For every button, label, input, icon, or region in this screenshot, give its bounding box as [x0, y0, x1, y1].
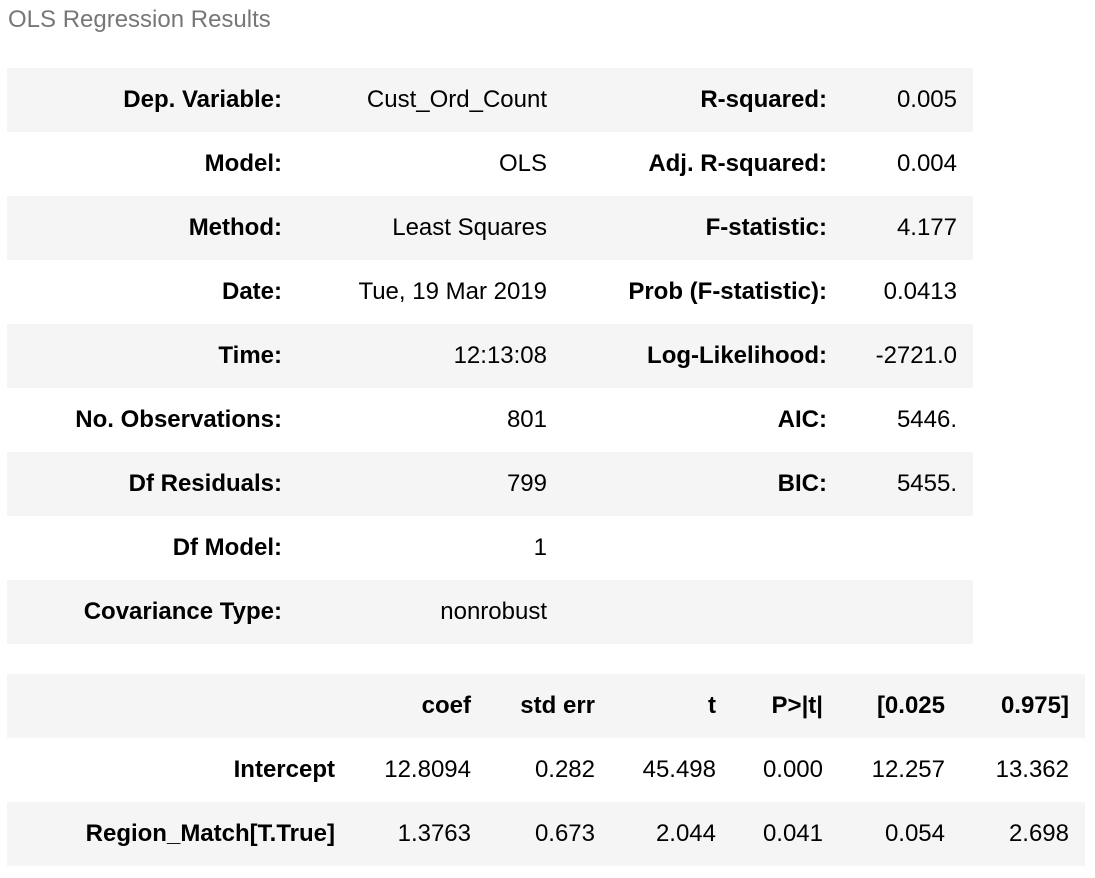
summary-label: Df Residuals: — [128, 470, 282, 497]
summary-label: F-statistic: — [705, 214, 827, 241]
coefficient-cell: 0.282 — [534, 756, 595, 783]
summary-label: Prob (F-statistic): — [628, 278, 827, 305]
summary-row: Df Residuals: 799 BIC: 5455. — [7, 452, 973, 516]
summary-value: 12:13:08 — [453, 342, 547, 369]
summary-value: -2721.0 — [875, 342, 957, 369]
coefficient-table: coef std err t P>|t| [0.025 0.975] Inter… — [7, 674, 1085, 866]
summary-value: 5446. — [896, 406, 957, 433]
summary-label: Df Model: — [172, 534, 282, 561]
coefficient-cell: 12.8094 — [384, 756, 471, 783]
coefficient-cell: 2.698 — [1008, 820, 1069, 847]
summary-value: Cust_Ord_Count — [366, 86, 547, 113]
summary-row: Df Model: 1 — [7, 516, 973, 580]
summary-value: 5455. — [896, 470, 957, 497]
regression-results-page: OLS Regression Results Dep. Variable: Cu… — [0, 0, 1095, 878]
summary-label: Date: — [221, 278, 282, 305]
summary-label: Time: — [218, 342, 282, 369]
summary-value: 1 — [533, 534, 547, 561]
coefficient-cell: 2.044 — [655, 820, 716, 847]
summary-label — [563, 580, 843, 644]
summary-row: Time: 12:13:08 Log-Likelihood: -2721.0 — [7, 324, 973, 388]
summary-value: 0.005 — [896, 86, 957, 113]
table-caption: OLS Regression Results — [8, 6, 271, 33]
summary-value: 0.0413 — [883, 278, 957, 305]
summary-value — [843, 580, 973, 644]
coefficient-header-corner — [7, 674, 351, 738]
summary-value: 4.177 — [896, 214, 957, 241]
coefficient-cell: 0.673 — [534, 820, 595, 847]
summary-value: Least Squares — [392, 214, 547, 241]
coefficient-row-name: Intercept — [233, 756, 335, 783]
coefficient-header-coef: coef — [421, 692, 471, 719]
coefficient-header-t: t — [708, 692, 716, 719]
coefficient-header-ci-lower: [0.025 — [876, 692, 945, 719]
coefficient-cell: 1.3763 — [397, 820, 471, 847]
coefficient-cell: 12.257 — [871, 756, 945, 783]
summary-label: Covariance Type: — [83, 598, 282, 625]
summary-row: Covariance Type: nonrobust — [7, 580, 973, 644]
summary-row: No. Observations: 801 AIC: 5446. — [7, 388, 973, 452]
model-summary-table: Dep. Variable: Cust_Ord_Count R-squared:… — [7, 68, 973, 644]
coefficient-header-row: coef std err t P>|t| [0.025 0.975] — [7, 674, 1085, 738]
summary-label: Log-Likelihood: — [647, 342, 827, 369]
coefficient-header-p-value: P>|t| — [771, 692, 823, 719]
coefficient-header-ci-upper: 0.975] — [1000, 692, 1069, 719]
summary-row: Date: Tue, 19 Mar 2019 Prob (F-statistic… — [7, 260, 973, 324]
summary-row: Dep. Variable: Cust_Ord_Count R-squared:… — [7, 68, 973, 132]
summary-label: Dep. Variable: — [123, 86, 282, 113]
summary-value: OLS — [498, 150, 547, 177]
summary-value: 799 — [506, 470, 547, 497]
summary-label: Method: — [188, 214, 282, 241]
summary-label: No. Observations: — [75, 406, 282, 433]
summary-label: R-squared: — [700, 86, 827, 113]
summary-value: Tue, 19 Mar 2019 — [358, 278, 547, 305]
coefficient-cell: 0.000 — [762, 756, 823, 783]
coefficient-row: Region_Match[T.True] 1.3763 0.673 2.044 … — [7, 802, 1085, 866]
coefficient-cell: 13.362 — [995, 756, 1069, 783]
summary-row: Method: Least Squares F-statistic: 4.177 — [7, 196, 973, 260]
summary-value: 801 — [506, 406, 547, 433]
summary-label — [563, 516, 843, 580]
summary-row: Model: OLS Adj. R-squared: 0.004 — [7, 132, 973, 196]
summary-label: Adj. R-squared: — [648, 150, 827, 177]
coefficient-cell: 0.054 — [884, 820, 945, 847]
coefficient-row: Intercept 12.8094 0.282 45.498 0.000 12.… — [7, 738, 1085, 802]
coefficient-cell: 45.498 — [642, 756, 716, 783]
coefficient-row-name: Region_Match[T.True] — [85, 820, 335, 847]
summary-value — [843, 516, 973, 580]
summary-label: Model: — [204, 150, 282, 177]
summary-value: nonrobust — [440, 598, 547, 625]
summary-label: AIC: — [777, 406, 827, 433]
coefficient-header-std-err: std err — [520, 692, 595, 719]
summary-label: BIC: — [777, 470, 827, 497]
coefficient-cell: 0.041 — [762, 820, 823, 847]
summary-value: 0.004 — [896, 150, 957, 177]
